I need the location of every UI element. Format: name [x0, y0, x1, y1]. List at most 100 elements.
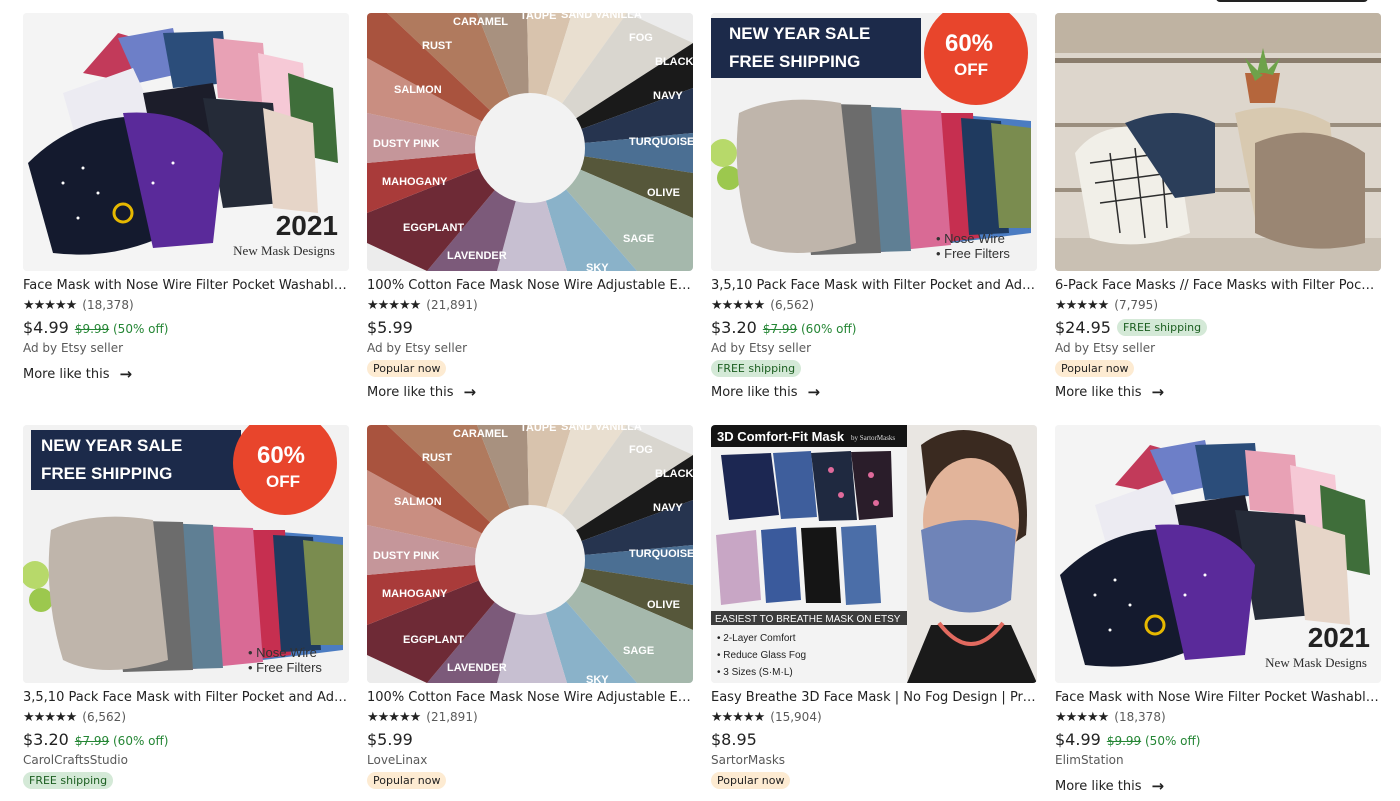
model-wearing-mask-image: 3D Comfort-Fit Mask by SartorMasks EASIE…	[711, 425, 1037, 683]
price: $4.99	[23, 318, 69, 337]
more-like-this-link[interactable]: More like this →	[23, 365, 349, 383]
seller-name[interactable]: LoveLinax	[367, 753, 693, 768]
product-image[interactable]	[1055, 13, 1381, 271]
color-label-sand: SAND	[561, 425, 592, 433]
mask-collection-image: 2021 New Mask Designs	[1055, 425, 1381, 683]
star-rating-icon: ★★★★★	[1055, 297, 1109, 312]
price-row: $3.20 $7.99 (60% off)	[711, 318, 1037, 337]
rating: ★★★★★ (7,795)	[1055, 297, 1381, 313]
original-price: $9.99 (50% off)	[1106, 734, 1201, 748]
review-count: (7,795)	[1114, 298, 1158, 312]
color-label-sky: SKY	[586, 674, 609, 683]
color-label-mahogany: MAHOGANY	[382, 588, 448, 600]
arrow-right-icon: →	[119, 365, 133, 383]
price-row: $5.99	[367, 318, 693, 337]
wood-table-masks-image	[1055, 13, 1381, 271]
color-label-black: BLACK	[655, 56, 693, 68]
more-like-this-link[interactable]: More like this →	[711, 383, 1037, 401]
product-title[interactable]: 100% Cotton Face Mask Nose Wire Adjustab…	[367, 689, 693, 706]
star-rating-icon: ★★★★★	[711, 709, 765, 724]
color-label-fog: FOG	[629, 444, 653, 456]
price-row: $4.99 $9.99 (50% off)	[23, 318, 349, 337]
arrow-right-icon: →	[463, 383, 477, 401]
color-label-sand: SAND	[561, 13, 592, 21]
color-label-rust: RUST	[422, 452, 452, 464]
star-rating-icon: ★★★★★	[23, 297, 77, 312]
color-label-mahogany: MAHOGANY	[382, 176, 448, 188]
more-like-this-link[interactable]: More like this →	[1055, 383, 1381, 401]
seller-name[interactable]: ElimStation	[1055, 753, 1381, 768]
color-label-caramel: CARAMEL	[453, 428, 508, 440]
price: $5.99	[367, 318, 413, 337]
product-image[interactable]: 2021 New Mask Designs	[23, 13, 349, 271]
free-shipping-badge: FREE shipping	[711, 360, 802, 377]
review-count: (18,378)	[1114, 710, 1166, 724]
arrow-right-icon: →	[1151, 383, 1165, 401]
price-row: $5.99	[367, 730, 693, 749]
color-wheel-masks-image: CARAMEL TAUPE SAND VANILLA FOG RUST BLAC…	[367, 425, 693, 683]
color-label-sky: SKY	[586, 262, 609, 271]
review-count: (15,904)	[770, 710, 822, 724]
original-price: $9.99 (50% off)	[74, 322, 169, 336]
review-count: (21,891)	[426, 298, 478, 312]
arrow-right-icon: →	[1151, 777, 1165, 795]
image-headline: 3D Comfort-Fit Mask	[717, 429, 845, 444]
more-like-this-link[interactable]: More like this →	[367, 383, 693, 401]
popular-now-badge: Popular now	[711, 772, 791, 789]
more-like-this-link[interactable]: More like this →	[1055, 777, 1381, 795]
product-title[interactable]: 3,5,10 Pack Face Mask with Filter Pocket…	[23, 689, 349, 706]
product-title[interactable]: Face Mask with Nose Wire Filter Pocket W…	[23, 277, 349, 294]
product-title[interactable]: Face Mask with Nose Wire Filter Pocket W…	[1055, 689, 1381, 706]
seller-name[interactable]: CarolCraftsStudio	[23, 753, 349, 768]
free-shipping-badge: FREE shipping	[23, 772, 114, 789]
product-title[interactable]: 3,5,10 Pack Face Mask with Filter Pocket…	[711, 277, 1037, 294]
price: $8.95	[711, 730, 757, 749]
product-card[interactable]: CARAMEL TAUPE SAND VANILLA FOG RUST BLAC…	[367, 13, 693, 401]
seller-name[interactable]: SartorMasks	[711, 753, 1037, 768]
price-row: $3.20 $7.99 (60% off)	[23, 730, 349, 749]
product-image[interactable]: CARAMEL TAUPE SAND VANILLA FOG RUST BLAC…	[367, 425, 693, 683]
free-shipping-badge: FREE shipping	[1116, 319, 1208, 336]
price: $3.20	[23, 730, 69, 749]
discount-percent: 60%	[945, 30, 993, 57]
image-banner: EASIEST TO BREATHE MASK ON ETSY	[715, 614, 901, 625]
product-title[interactable]: 100% Cotton Face Mask Nose Wire Adjustab…	[367, 277, 693, 294]
discount-percent: 60%	[257, 442, 305, 469]
seller-label: Ad by Etsy seller	[23, 341, 124, 355]
product-card[interactable]: CARAMEL TAUPE SAND VANILLA FOG RUST BLAC…	[367, 425, 693, 789]
popular-now-badge: Popular now	[367, 772, 447, 789]
color-label-turquoise: TURQUOISE	[629, 136, 693, 148]
discount-off: OFF	[266, 472, 300, 491]
product-card[interactable]: 3D Comfort-Fit Mask by SartorMasks EASIE…	[711, 425, 1037, 789]
product-image[interactable]: 2021 New Mask Designs	[1055, 425, 1381, 683]
product-image[interactable]: 3D Comfort-Fit Mask by SartorMasks EASIE…	[711, 425, 1037, 683]
product-image[interactable]: CARAMEL TAUPE SAND VANILLA FOG RUST BLAC…	[367, 13, 693, 271]
price: $24.95	[1055, 318, 1111, 337]
rating: ★★★★★ (21,891)	[367, 709, 693, 725]
star-rating-icon: ★★★★★	[711, 297, 765, 312]
product-image[interactable]: NEW YEAR SALE FREE SHIPPING 60% OFF • No…	[711, 13, 1037, 271]
product-card[interactable]: 6-Pack Face Masks // Face Masks with Fil…	[1055, 13, 1381, 401]
color-wheel-masks-image: CARAMEL TAUPE SAND VANILLA FOG RUST BLAC…	[367, 13, 693, 271]
product-card[interactable]: 2021 New Mask Designs Face Mask with Nos…	[23, 13, 349, 383]
color-label-lavender: LAVENDER	[447, 662, 507, 674]
star-rating-icon: ★★★★★	[23, 709, 77, 724]
product-title[interactable]: 6-Pack Face Masks // Face Masks with Fil…	[1055, 277, 1381, 294]
product-card[interactable]: NEW YEAR SALE FREE SHIPPING 60% OFF • No…	[711, 13, 1037, 401]
product-card[interactable]: 2021 New Mask Designs Face Mask with Nos…	[1055, 425, 1381, 795]
image-bullet-3: • 3 Sizes (S·M·L)	[717, 667, 793, 678]
review-count: (18,378)	[82, 298, 134, 312]
product-image[interactable]: NEW YEAR SALE FREE SHIPPING 60% OFF • No…	[23, 425, 349, 683]
price: $4.99	[1055, 730, 1101, 749]
product-title[interactable]: Easy Breathe 3D Face Mask | No Fog Desig…	[711, 689, 1037, 706]
color-label-rust: RUST	[422, 40, 452, 52]
color-label-navy: NAVY	[653, 502, 683, 514]
feature-nose-wire: • Nose Wire	[936, 231, 1005, 246]
sale-masks-image: NEW YEAR SALE FREE SHIPPING 60% OFF • No…	[711, 13, 1037, 271]
free-shipping-banner: FREE SHIPPING	[41, 464, 172, 483]
image-year-text: 2021	[1308, 622, 1370, 653]
color-label-dusty-pink: DUSTY PINK	[373, 550, 439, 562]
arrow-right-icon: →	[807, 383, 821, 401]
product-card[interactable]: NEW YEAR SALE FREE SHIPPING 60% OFF • No…	[23, 425, 349, 789]
color-label-dusty-pink: DUSTY PINK	[373, 138, 439, 150]
